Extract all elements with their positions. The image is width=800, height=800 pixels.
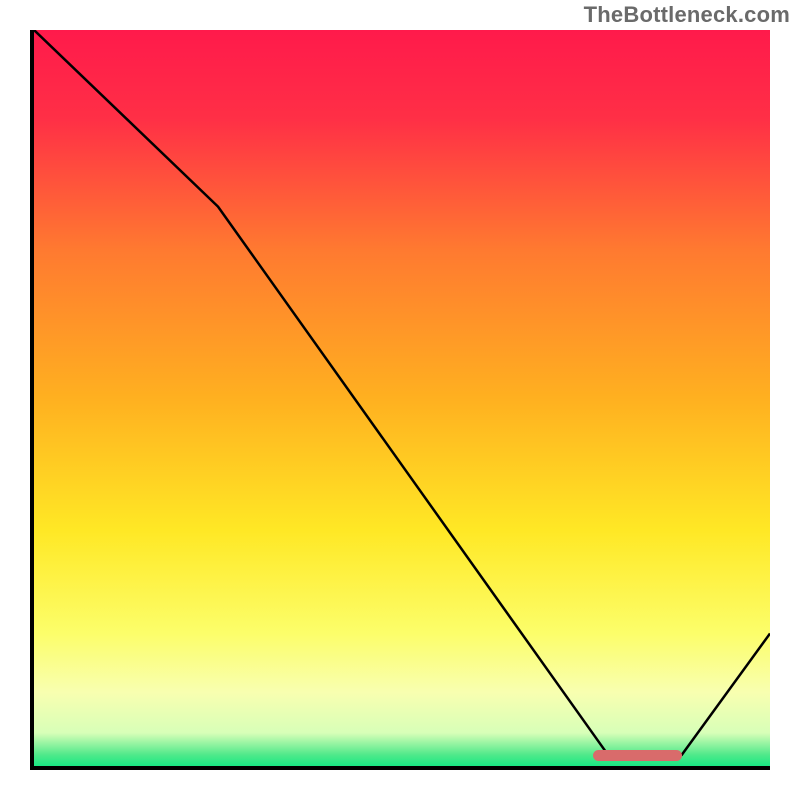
plot-area xyxy=(30,30,770,770)
optimal-range-marker xyxy=(593,750,681,761)
chart-container: TheBottleneck.com xyxy=(0,0,800,800)
bottleneck-curve xyxy=(34,30,770,766)
watermark-text: TheBottleneck.com xyxy=(584,2,790,28)
